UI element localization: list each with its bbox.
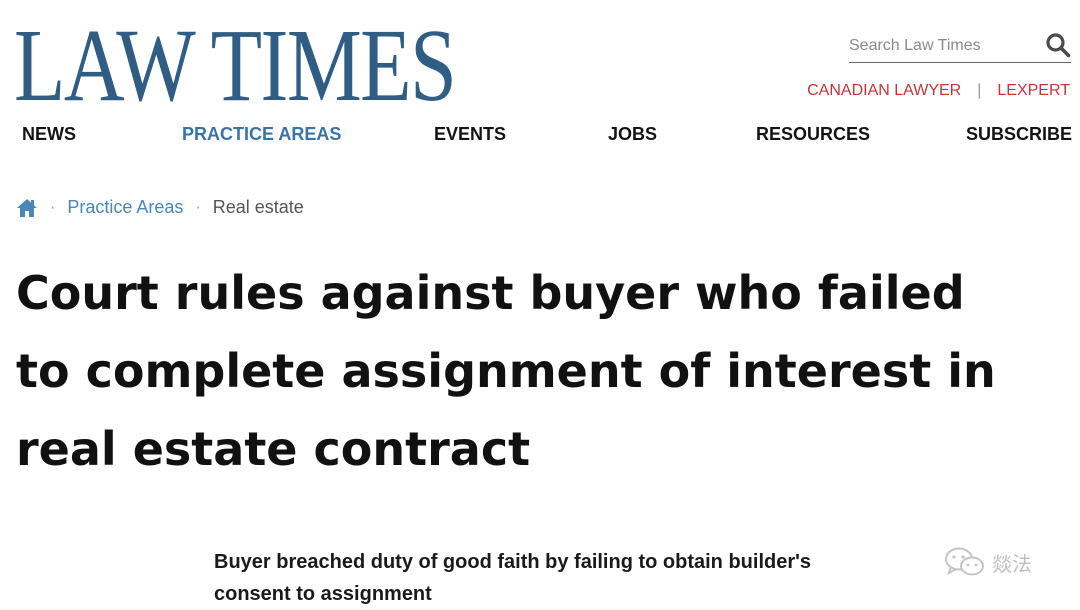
breadcrumb: · Practice Areas · Real estate: [16, 197, 304, 218]
sister-sites: CANADIAN LAWYER | LEXPERT: [807, 82, 1070, 100]
nav-item-events[interactable]: EVENTS: [434, 124, 506, 145]
site-logo[interactable]: LAW TIMES: [14, 14, 457, 118]
home-icon[interactable]: [16, 198, 38, 218]
search-bar: [849, 32, 1071, 63]
breadcrumb-separator: ·: [50, 198, 56, 216]
nav-item-news[interactable]: NEWS: [22, 124, 76, 145]
article-headline: Court rules against buyer who failed to …: [16, 266, 996, 476]
search-icon[interactable]: [1045, 32, 1071, 58]
sister-separator: |: [977, 82, 982, 99]
breadcrumb-separator: ·: [195, 198, 201, 216]
breadcrumb-practice-areas[interactable]: Practice Areas: [67, 197, 183, 218]
lexpert-link[interactable]: LEXPERT: [997, 82, 1070, 100]
article-subheadline: Buyer breached duty of good faith by fai…: [214, 551, 812, 605]
nav-item-resources[interactable]: RESOURCES: [756, 124, 870, 145]
nav-item-subscribe[interactable]: SUBSCRIBE: [966, 124, 1072, 145]
nav-item-jobs[interactable]: JOBS: [608, 124, 657, 145]
breadcrumb-current: Real estate: [212, 197, 304, 217]
nav-item-practice-areas[interactable]: PRACTICE AREAS: [182, 124, 341, 145]
wechat-logo-icon: [945, 547, 984, 576]
watermark: 燚法: [944, 546, 1032, 578]
main-nav: NEWS PRACTICE AREAS EVENTS JOBS RESOURCE…: [22, 124, 1072, 148]
search-input[interactable]: [849, 32, 1029, 60]
watermark-text: 燚法: [992, 553, 1032, 576]
canadian-lawyer-link[interactable]: CANADIAN LAWYER: [807, 82, 961, 100]
